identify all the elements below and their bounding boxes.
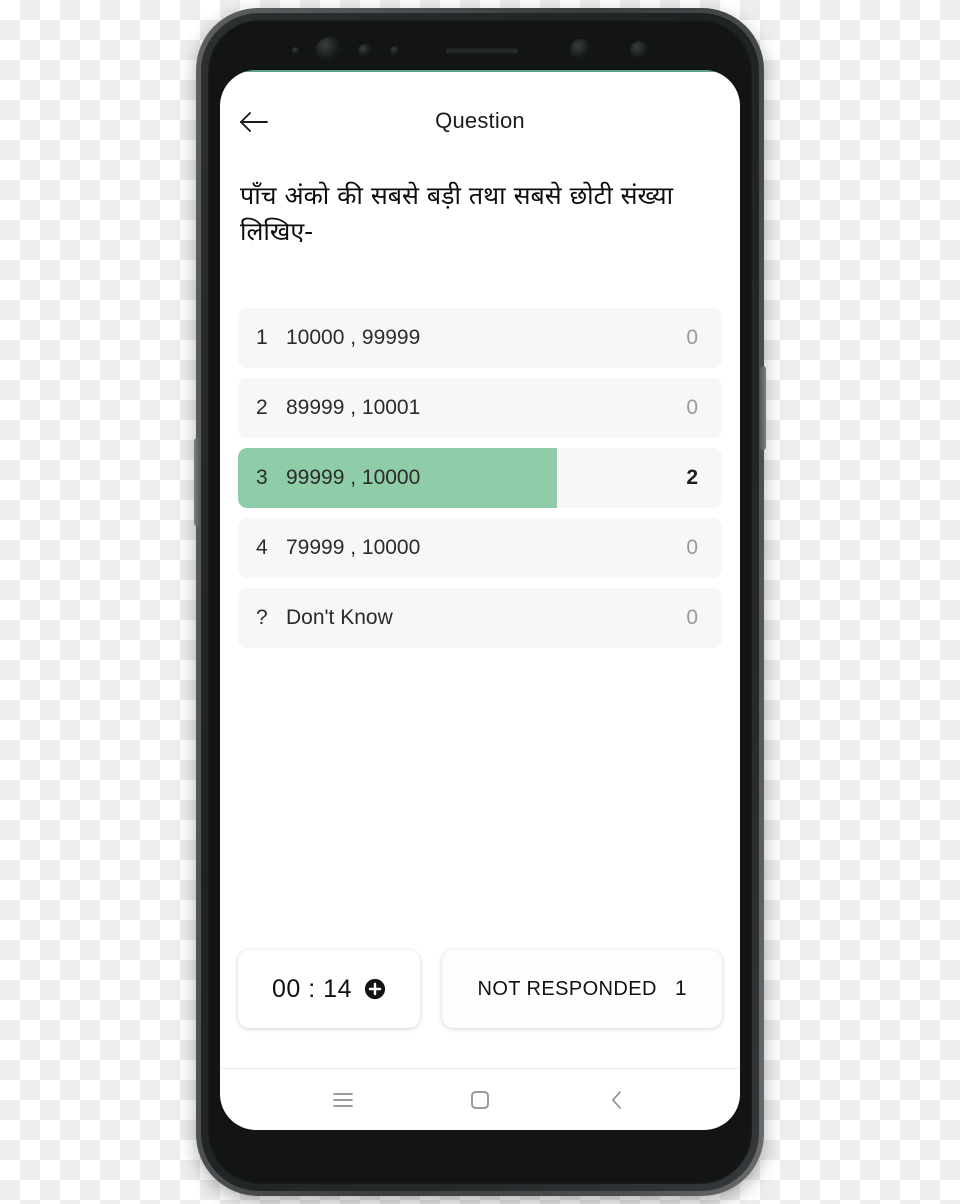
- sensor-dot-small-left: [292, 47, 300, 55]
- plus-circle-icon[interactable]: [364, 978, 386, 1000]
- square-icon: [471, 1090, 489, 1109]
- question-text: पाँच अंको की सबसे बड़ी तथा सबसे छोटी संख…: [240, 181, 674, 246]
- bottom-bar: 00 : 14 NOT RESPONDED 1: [238, 950, 722, 1028]
- option-count: 2: [686, 466, 698, 489]
- option-row[interactable]: ? Don't Know 0: [238, 588, 722, 648]
- timer-value: 00 : 14: [272, 974, 352, 1003]
- option-index: ?: [256, 606, 268, 629]
- option-index: 4: [256, 536, 268, 559]
- proximity-sensor: [358, 44, 372, 58]
- option-count: 0: [686, 536, 698, 559]
- option-label: Don't Know: [286, 606, 393, 629]
- option-label: 10000 , 99999: [286, 326, 421, 349]
- menu-icon: [332, 1092, 353, 1107]
- earpiece-speaker: [446, 47, 518, 55]
- nav-recents-button[interactable]: [316, 1078, 370, 1122]
- not-responded-card[interactable]: NOT RESPONDED 1: [442, 950, 722, 1028]
- sensor-dot-right: [630, 41, 649, 60]
- option-label: 99999 , 10000: [286, 466, 421, 489]
- nav-home-button[interactable]: [453, 1078, 507, 1122]
- page-title: Question: [435, 108, 525, 133]
- power-button[interactable]: [760, 366, 766, 450]
- app-header: Question: [220, 92, 740, 150]
- option-row[interactable]: 4 79999 , 10000 0: [238, 518, 722, 578]
- option-count: 0: [686, 606, 698, 629]
- front-camera-icon: [316, 37, 342, 63]
- status-count: 1: [674, 977, 687, 1000]
- nav-back-button[interactable]: [590, 1078, 644, 1122]
- phone-screen: Question पाँच अंको की सबसे बड़ी तथा सबसे…: [220, 70, 740, 1130]
- phone-device: Question पाँच अंको की सबसे बड़ी तथा सबसे…: [194, 8, 766, 1196]
- volume-button[interactable]: [194, 438, 200, 526]
- option-index: 3: [256, 466, 268, 489]
- option-row[interactable]: 1 10000 , 99999 0: [238, 308, 722, 368]
- timer-card[interactable]: 00 : 14: [238, 950, 420, 1028]
- android-nav-bar: [220, 1068, 740, 1130]
- option-count: 0: [686, 326, 698, 349]
- options-list: 1 10000 , 99999 0 2 89999 , 10001 0 3 99999 , 1…: [238, 308, 722, 658]
- chevron-left-icon: [612, 1090, 622, 1109]
- sensor-dot-small-mid: [390, 46, 400, 56]
- status-label: NOT RESPONDED: [477, 977, 657, 1000]
- option-row[interactable]: 2 89999 , 10001 0: [238, 378, 722, 438]
- iris-scanner: [570, 39, 592, 61]
- option-count: 0: [686, 396, 698, 419]
- option-row[interactable]: 3 99999 , 10000 2: [238, 448, 722, 508]
- option-index: 2: [256, 396, 268, 419]
- option-index: 1: [256, 326, 268, 349]
- status-bar-tint: [220, 70, 740, 72]
- option-label: 89999 , 10001: [286, 396, 421, 419]
- option-label: 79999 , 10000: [286, 536, 421, 559]
